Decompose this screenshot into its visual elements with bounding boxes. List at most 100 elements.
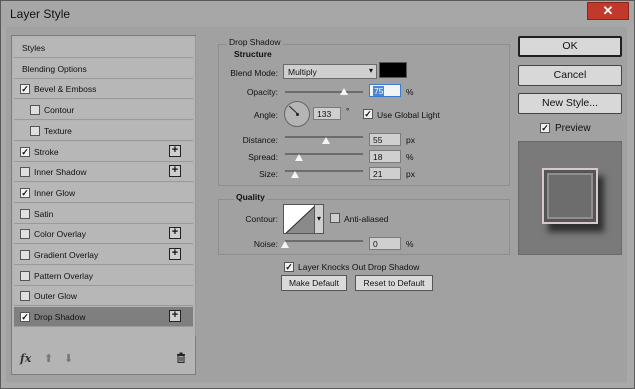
anti-aliased-checkbox[interactable] <box>330 213 340 223</box>
styles-list-divider <box>195 36 196 336</box>
style-item-outer-glow[interactable]: Outer Glow <box>14 286 193 306</box>
add-stroke-plus-icon[interactable]: + <box>169 145 181 157</box>
drop-shadow-checkbox[interactable]: ✓ <box>20 312 30 322</box>
style-item-gradient-overlay[interactable]: Gradient Overlay + <box>14 245 193 265</box>
outer-glow-checkbox[interactable] <box>20 291 30 301</box>
contour-preview[interactable] <box>283 204 315 234</box>
use-global-light-checkbox[interactable]: ✓ <box>363 109 373 119</box>
distance-label: Distance: <box>242 135 278 145</box>
style-item-blending-options[interactable]: Blending Options <box>14 59 193 79</box>
title-bar[interactable]: Layer Style ✕ <box>1 1 634 27</box>
trash-icon[interactable] <box>176 352 186 366</box>
style-item-label: Satin <box>34 209 54 219</box>
style-item-stroke[interactable]: ✓ Stroke + <box>14 142 193 162</box>
drop-shadow-title: Drop Shadow <box>227 37 283 47</box>
style-item-label: Drop Shadow <box>34 312 86 322</box>
style-item-label: Blending Options <box>22 64 87 74</box>
close-button[interactable]: ✕ <box>587 2 629 20</box>
style-item-pattern-overlay[interactable]: Pattern Overlay <box>14 266 193 286</box>
knockout-checkbox[interactable]: ✓ <box>284 262 294 272</box>
spread-input[interactable]: 18 <box>369 150 401 163</box>
opacity-slider-track[interactable] <box>285 91 363 93</box>
anti-aliased-label: Anti-aliased <box>344 214 389 224</box>
inner-glow-checkbox[interactable]: ✓ <box>20 188 30 198</box>
bevel-emboss-checkbox[interactable]: ✓ <box>20 84 30 94</box>
pattern-overlay-checkbox[interactable] <box>20 271 30 281</box>
spread-slider-thumb[interactable] <box>295 154 303 161</box>
blend-mode-label: Blend Mode: <box>230 68 278 78</box>
stroke-checkbox[interactable]: ✓ <box>20 147 30 157</box>
opacity-label: Opacity: <box>246 87 278 97</box>
styles-panel-footer: fx ⬆ ⬇ <box>14 349 193 371</box>
style-item-label: Pattern Overlay <box>34 271 94 281</box>
contour-curve-icon <box>285 206 314 233</box>
contour-dropdown-button[interactable]: ▾ <box>314 204 324 234</box>
structure-title: Structure <box>234 49 272 59</box>
add-color-overlay-plus-icon[interactable]: + <box>169 227 181 239</box>
opacity-input[interactable]: 75 <box>369 84 401 97</box>
style-item-label: Inner Glow <box>34 188 76 198</box>
style-item-inner-glow[interactable]: ✓ Inner Glow <box>14 183 193 203</box>
style-item-bevel-emboss[interactable]: ✓ Bevel & Emboss <box>14 79 193 99</box>
use-global-light-label: Use Global Light <box>377 110 440 120</box>
style-item-satin[interactable]: Satin <box>14 204 193 224</box>
style-item-texture[interactable]: Texture <box>14 121 193 141</box>
style-item-color-overlay[interactable]: Color Overlay + <box>14 224 193 244</box>
shadow-color-swatch[interactable] <box>379 62 407 78</box>
new-style-button[interactable]: New Style... <box>518 93 622 114</box>
style-item-label: Contour <box>44 105 75 115</box>
noise-slider-track[interactable] <box>285 240 363 242</box>
style-item-drop-shadow[interactable]: ✓ Drop Shadow + <box>14 307 193 327</box>
size-input[interactable]: 21 <box>369 167 401 180</box>
angle-input[interactable]: 133 <box>313 107 341 120</box>
fx-icon[interactable]: fx <box>20 352 31 365</box>
style-item-styles[interactable]: Styles <box>14 38 193 58</box>
noise-label: Noise: <box>253 239 278 249</box>
angle-dial[interactable] <box>284 101 310 127</box>
inner-shadow-checkbox[interactable] <box>20 167 30 177</box>
color-overlay-checkbox[interactable] <box>20 229 30 239</box>
style-item-label: Gradient Overlay <box>34 250 99 260</box>
add-drop-shadow-plus-icon[interactable]: + <box>169 310 181 322</box>
satin-checkbox[interactable] <box>20 209 30 219</box>
blend-mode-select[interactable]: Multiply ▾ <box>283 64 377 79</box>
opacity-slider-thumb[interactable] <box>340 88 348 95</box>
make-default-button[interactable]: Make Default <box>281 275 347 291</box>
contour-checkbox[interactable] <box>30 105 40 115</box>
style-preview-box <box>518 141 622 255</box>
noise-slider-thumb[interactable] <box>281 241 289 248</box>
style-item-inner-shadow[interactable]: Inner Shadow + <box>14 162 193 182</box>
style-item-label: Color Overlay <box>34 229 86 239</box>
style-item-label: Bevel & Emboss <box>34 84 97 94</box>
ok-button[interactable]: OK <box>518 36 622 57</box>
blend-mode-value: Multiply <box>288 67 317 77</box>
move-down-icon[interactable]: ⬇ <box>64 352 73 365</box>
style-preview-swatch <box>542 168 598 224</box>
angle-label: Angle: <box>253 110 278 120</box>
knockout-label: Layer Knocks Out Drop Shadow <box>298 262 420 272</box>
add-gradient-overlay-plus-icon[interactable]: + <box>169 248 181 260</box>
preview-checkbox[interactable]: ✓ <box>540 123 550 133</box>
quality-title: Quality <box>234 192 267 202</box>
reset-to-default-button[interactable]: Reset to Default <box>355 275 433 291</box>
gradient-overlay-checkbox[interactable] <box>20 250 30 260</box>
chevron-down-icon: ▾ <box>368 66 373 75</box>
style-item-label: Inner Shadow <box>34 167 87 177</box>
style-item-label: Stroke <box>34 147 59 157</box>
cancel-button[interactable]: Cancel <box>518 65 622 86</box>
style-item-label: Texture <box>44 126 72 136</box>
distance-slider-thumb[interactable] <box>322 137 330 144</box>
opacity-unit: % <box>406 87 414 97</box>
size-label: Size: <box>259 169 278 179</box>
angle-dial-needle <box>288 105 298 114</box>
noise-input[interactable]: 0 <box>369 237 401 250</box>
style-item-label: Outer Glow <box>34 291 77 301</box>
distance-input[interactable]: 55 <box>369 133 401 146</box>
size-slider-thumb[interactable] <box>291 171 299 178</box>
texture-checkbox[interactable] <box>30 126 40 136</box>
style-item-label: Styles <box>22 43 46 53</box>
style-item-contour[interactable]: Contour <box>14 100 193 120</box>
add-inner-shadow-plus-icon[interactable]: + <box>169 165 181 177</box>
distance-unit: px <box>406 135 415 145</box>
move-up-icon[interactable]: ⬆ <box>44 352 53 365</box>
